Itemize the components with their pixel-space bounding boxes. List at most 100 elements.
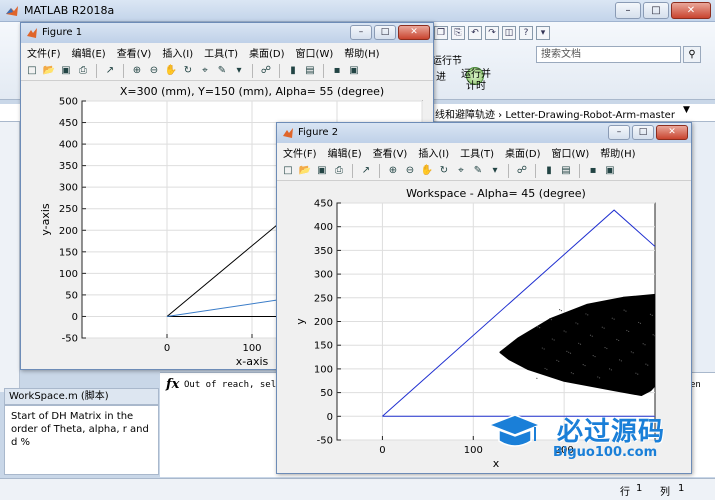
new-figure-icon[interactable]: □ xyxy=(25,64,39,78)
command-output: Out of reach, sele xyxy=(184,380,282,390)
save-icon[interactable]: ▣ xyxy=(59,64,73,78)
run-and-time-label-2[interactable]: 计时 xyxy=(466,81,486,93)
current-folder-path[interactable]: 线和避障轨迹 › Letter-Drawing-Robot-Arm-master xyxy=(435,106,675,121)
menu-item[interactable]: 编辑(E) xyxy=(328,145,362,160)
fx-icon[interactable]: fx xyxy=(166,377,179,392)
legend-icon[interactable]: ▤ xyxy=(303,64,317,78)
fig2-speckle-dot xyxy=(563,330,565,332)
fig2-speckle-dot xyxy=(575,322,577,324)
toolbar-separator xyxy=(323,63,324,78)
brush-icon[interactable]: ✎ xyxy=(215,64,229,78)
menu-item[interactable]: 查看(V) xyxy=(117,45,152,60)
fig1-chart-title: X=300 (mm), Y=150 (mm), Alpha= 55 (degre… xyxy=(120,85,384,98)
zoom-in-icon[interactable]: ⊕ xyxy=(386,164,400,178)
hide-tools-icon[interactable]: ▪ xyxy=(330,64,344,78)
figure-1-toolbar: □ 📂 ▣ ⎙ ↗ ⊕ ⊖ ✋ ↻ ⌖ ✎ ▾ ☍ ▮ ▤ ▪ ▣ xyxy=(21,61,433,81)
fig1-xtick-label: 0 xyxy=(164,343,170,354)
help-icon[interactable]: ? xyxy=(519,26,533,40)
figure-1-close-button[interactable]: ✕ xyxy=(398,25,430,40)
open-file-icon[interactable]: 📂 xyxy=(298,164,312,178)
fig2-speckle-dot xyxy=(591,335,593,337)
brush-dropdown-icon[interactable]: ▾ xyxy=(488,164,502,178)
minimize-button[interactable]: – xyxy=(615,2,641,19)
close-button[interactable]: ✕ xyxy=(671,2,711,19)
fig2-speckle-dot xyxy=(618,339,620,342)
menu-item[interactable]: 工具(T) xyxy=(460,145,494,160)
edit-plot-icon[interactable]: ↗ xyxy=(103,64,117,78)
hide-tools-icon[interactable]: ▪ xyxy=(586,164,600,178)
menu-item[interactable]: 插入(I) xyxy=(418,145,449,160)
link-plot-icon[interactable]: ☍ xyxy=(515,164,529,178)
fig2-xtick-label: 0 xyxy=(379,445,385,456)
figure-1-maximize-button[interactable]: □ xyxy=(374,25,396,40)
menu-item[interactable]: 工具(T) xyxy=(204,45,238,60)
brush-dropdown-icon[interactable]: ▾ xyxy=(232,64,246,78)
pan-icon[interactable]: ✋ xyxy=(420,164,434,178)
search-documentation-input[interactable]: 搜索文档 xyxy=(536,46,681,63)
paste-icon[interactable]: ⎘ xyxy=(451,26,465,40)
dropdown-icon[interactable]: ▾ xyxy=(536,26,550,40)
menu-item[interactable]: 帮助(H) xyxy=(344,45,379,60)
rotate-icon[interactable]: ↻ xyxy=(181,64,195,78)
new-figure-icon[interactable]: □ xyxy=(281,164,295,178)
print-icon[interactable]: ⎙ xyxy=(332,164,346,178)
menu-item[interactable]: 文件(F) xyxy=(283,145,317,160)
menu-item[interactable]: 编辑(E) xyxy=(72,45,106,60)
rotate-icon[interactable]: ↻ xyxy=(437,164,451,178)
brush-icon[interactable]: ✎ xyxy=(471,164,485,178)
zoom-out-icon[interactable]: ⊖ xyxy=(403,164,417,178)
undo-icon[interactable]: ↶ xyxy=(468,26,482,40)
run-section-label[interactable]: 运行节 xyxy=(432,56,462,68)
colorbar-icon[interactable]: ▮ xyxy=(542,164,556,178)
edit-plot-icon[interactable]: ↗ xyxy=(359,164,373,178)
colorbar-icon[interactable]: ▮ xyxy=(286,64,300,78)
matlab-titlebar: MATLAB R2018a – □ ✕ xyxy=(0,0,715,22)
pan-icon[interactable]: ✋ xyxy=(164,64,178,78)
figure-2-minimize-button[interactable]: – xyxy=(608,125,630,140)
chevron-down-icon[interactable]: ▼ xyxy=(683,105,690,115)
save-icon[interactable]: ▣ xyxy=(315,164,329,178)
figure-2-close-button[interactable]: ✕ xyxy=(656,125,688,140)
redo-icon[interactable]: ↷ xyxy=(485,26,499,40)
right-side-panel xyxy=(690,122,715,372)
switch-windows-icon[interactable]: ◫ xyxy=(502,26,516,40)
editor-file-header[interactable]: WorkSpace.m (脚本) xyxy=(4,388,159,405)
dock-icon[interactable]: ▣ xyxy=(603,164,617,178)
dock-icon[interactable]: ▣ xyxy=(347,64,361,78)
legend-icon[interactable]: ▤ xyxy=(559,164,573,178)
data-cursor-icon[interactable]: ⌖ xyxy=(454,164,468,178)
figure-1-titlebar[interactable]: Figure 1 – □ ✕ xyxy=(21,23,433,43)
fig2-speckle-dot xyxy=(625,310,627,312)
fig2-speckle-dot xyxy=(647,364,649,366)
print-icon[interactable]: ⎙ xyxy=(76,64,90,78)
zoom-out-icon[interactable]: ⊖ xyxy=(147,64,161,78)
zoom-in-icon[interactable]: ⊕ xyxy=(130,64,144,78)
status-col-label: 列 xyxy=(660,487,670,498)
fig2-speckle-dot xyxy=(603,327,605,329)
figure-icon xyxy=(27,28,37,38)
menu-item[interactable]: 帮助(H) xyxy=(600,145,635,160)
menu-item[interactable]: 窗口(W) xyxy=(552,145,590,160)
open-file-icon[interactable]: 📂 xyxy=(42,64,56,78)
advance-label[interactable]: 进 xyxy=(436,72,446,84)
menu-item[interactable]: 查看(V) xyxy=(373,145,408,160)
figure-1-minimize-button[interactable]: – xyxy=(350,25,372,40)
figure-2-titlebar[interactable]: Figure 2 – □ ✕ xyxy=(277,123,691,143)
menu-item[interactable]: 桌面(D) xyxy=(505,145,541,160)
menu-item[interactable]: 文件(F) xyxy=(27,45,61,60)
copy-icon[interactable]: ❐ xyxy=(434,26,448,40)
search-icon[interactable]: ⚲ xyxy=(683,46,701,63)
fig2-speckle-dot xyxy=(544,367,546,370)
menu-item[interactable]: 窗口(W) xyxy=(296,45,334,60)
link-plot-icon[interactable]: ☍ xyxy=(259,64,273,78)
maximize-button[interactable]: □ xyxy=(643,2,669,19)
figure-2-menubar: 文件(F) 编辑(E) 查看(V) 插入(I) 工具(T) 桌面(D) 窗口(W) 帮助(H) xyxy=(277,143,691,161)
fig2-ytick-label: 100 xyxy=(314,364,333,375)
menu-item[interactable]: 插入(I) xyxy=(162,45,193,60)
data-cursor-icon[interactable]: ⌖ xyxy=(198,64,212,78)
menu-item[interactable]: 桌面(D) xyxy=(249,45,285,60)
figure-2-maximize-button[interactable]: □ xyxy=(632,125,654,140)
status-row-value: 1 xyxy=(636,483,643,494)
run-and-time-label[interactable]: 运行并 xyxy=(461,69,491,81)
fig2-ytick-label: 150 xyxy=(314,341,333,352)
